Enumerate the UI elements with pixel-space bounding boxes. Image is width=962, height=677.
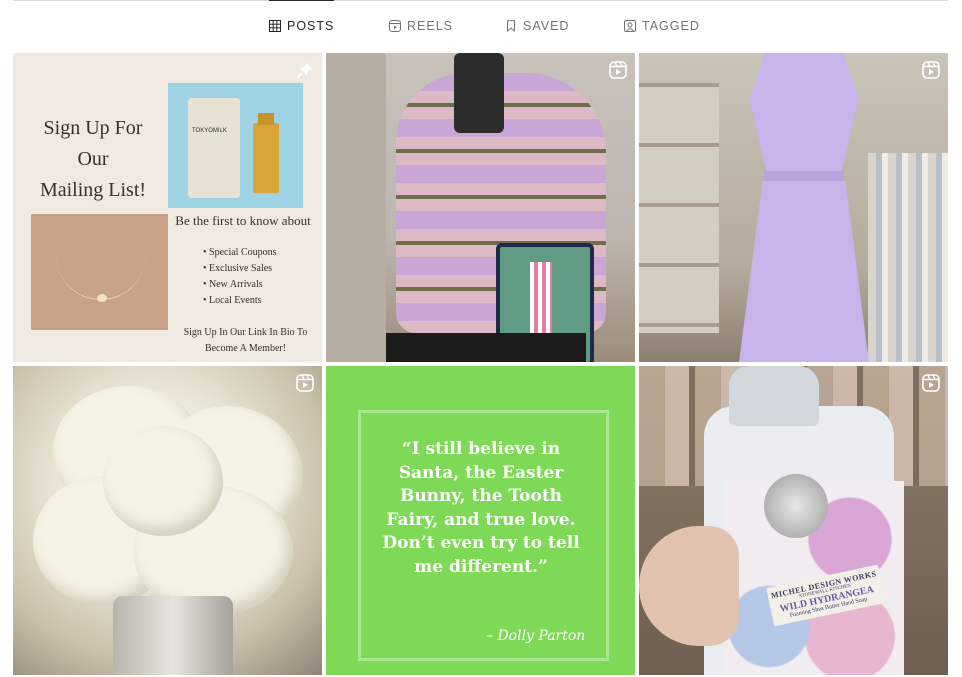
bottle-seal	[764, 474, 828, 538]
post-sweater-reel[interactable]	[326, 53, 635, 362]
reel-icon	[296, 374, 314, 392]
quote-signature: – Dolly Parton	[486, 628, 586, 644]
tab-saved[interactable]: SAVED	[505, 0, 569, 52]
grid-icon	[269, 20, 281, 32]
bullet-item: • Special Coupons	[203, 247, 277, 258]
heading-line: Mailing List!	[39, 179, 147, 201]
heading-line: Sign Up For Our	[43, 117, 143, 170]
product-label: TOKYOMILK	[192, 128, 227, 134]
reel-icon	[922, 61, 940, 79]
quote-line: me different.”	[414, 556, 548, 577]
lilac-dress	[739, 53, 869, 362]
post-subheading: Be the first to know about	[175, 213, 311, 228]
reels-icon	[389, 20, 401, 32]
bullet-list: • Special Coupons • Exclusive Sales • Ne…	[203, 245, 293, 309]
quote-line: Bunny, the Tooth	[399, 486, 563, 506]
quote-text: “I still believe in Santa, the Easter Bu…	[366, 438, 596, 579]
bullet-item: • New Arrivals	[203, 279, 263, 290]
tagged-icon	[624, 20, 636, 32]
phone	[454, 53, 504, 133]
post-hand-soap-reel[interactable]: MICHEL DESIGN WORKS STONEWALL KITCHEN WI…	[639, 366, 948, 675]
product-tin: TOKYOMILK	[188, 98, 240, 198]
footer-line: Sign Up In Our Link In Bio To	[183, 327, 308, 338]
post-dress-reel[interactable]	[639, 53, 948, 362]
footer-line: Become A Member!	[204, 343, 287, 354]
tab-tagged[interactable]: TAGGED	[624, 0, 700, 52]
tab-reels[interactable]: REELS	[389, 0, 453, 52]
necklace-photo	[31, 214, 168, 330]
post-dolly-quote[interactable]: “I still believe in Santa, the Easter Bu…	[326, 366, 635, 675]
reel-icon	[922, 374, 940, 392]
glass-vase	[113, 596, 233, 675]
quote-line: “I still believe in	[401, 439, 561, 459]
bullet-item: • Local Events	[203, 295, 262, 306]
bookmark-icon	[505, 20, 517, 32]
post-mailing-list[interactable]: Sign Up For Our Mailing List! TOKYOMILK …	[13, 53, 322, 362]
post-heading: Sign Up For Our Mailing List!	[33, 113, 153, 206]
reel-icon	[609, 61, 627, 79]
hand	[639, 526, 739, 646]
tab-posts[interactable]: POSTS	[269, 0, 335, 52]
tab-label: TAGGED	[642, 19, 700, 33]
post-footer: Sign Up In Our Link In Bio To Become A M…	[178, 325, 313, 357]
tab-label: SAVED	[523, 19, 570, 33]
pin-icon	[296, 61, 314, 79]
bullet-item: • Exclusive Sales	[203, 263, 273, 274]
profile-tabs: POSTS REELS SAVED TAGGED	[0, 0, 962, 52]
perfume-bottle	[253, 113, 279, 193]
tab-label: REELS	[407, 19, 453, 33]
post-peony-reel[interactable]	[13, 366, 322, 675]
quote-line: Don’t even try to tell	[382, 533, 580, 553]
tab-label: POSTS	[287, 19, 335, 33]
quote-line: Fairy, and true love.	[386, 509, 576, 530]
quote-line: Santa, the Easter	[398, 462, 564, 483]
